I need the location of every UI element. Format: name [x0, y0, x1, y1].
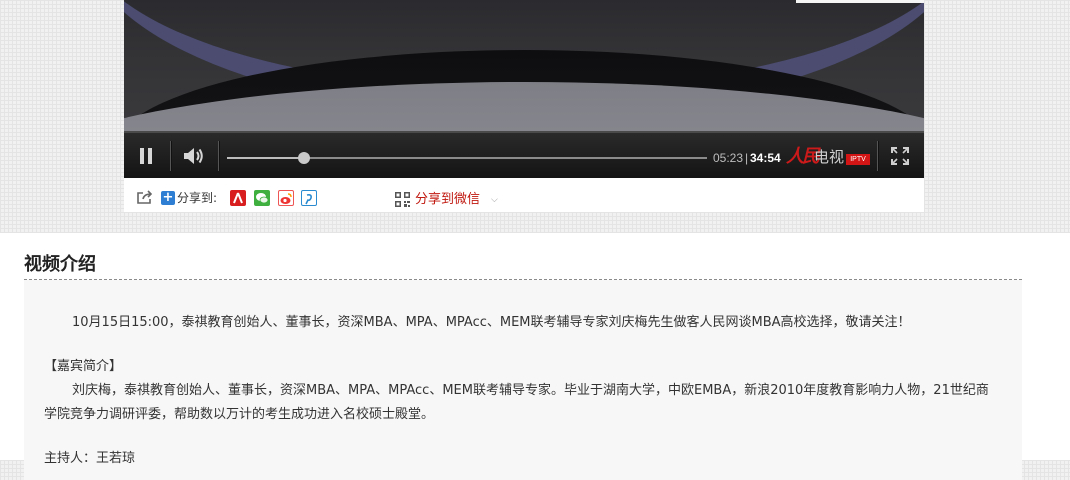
wechat-icon[interactable] — [254, 190, 270, 206]
progress-fill — [227, 157, 304, 159]
player-controls: 05:23 | 34:54 人民 电视 IPTV — [124, 131, 924, 178]
logo-badge: IPTV — [846, 154, 870, 165]
logo-text-tv: 电视 — [814, 148, 845, 166]
guest-bio-line1: 刘庆梅，泰祺教育创始人、董事长，资深MBA、MPA、MPAcc、MEM联考辅导专… — [72, 383, 989, 398]
people-icon[interactable] — [230, 190, 246, 206]
volume-icon[interactable] — [178, 133, 210, 178]
people-tv-logo: 人民 电视 IPTV — [786, 145, 872, 169]
plus-icon[interactable]: + — [161, 191, 175, 205]
guest-heading: 【嘉宾简介】 — [44, 359, 123, 374]
share-bar: + 分享到: 分享到微信 ⌵ — [124, 178, 924, 212]
share-export-icon[interactable] — [137, 189, 153, 208]
video-player[interactable]: 05:23 | 34:54 人民 电视 IPTV — [124, 0, 924, 178]
host-line: 主持人：王若琼 — [44, 451, 136, 466]
share-label: 分享到: — [177, 191, 218, 205]
fullscreen-icon[interactable] — [887, 133, 913, 178]
weibo-icon[interactable] — [278, 190, 294, 206]
intro-content: 10月15日15:00，泰祺教育创始人、董事长，资深MBA、MPA、MPAcc、… — [24, 280, 1022, 480]
qr-code-icon[interactable] — [395, 192, 410, 207]
progress-handle[interactable] — [297, 152, 310, 164]
time-separator: | — [745, 151, 749, 165]
pause-icon[interactable] — [130, 133, 162, 178]
guest-bio-line2: 学院竞争力调研评委，帮助数以万计的考生成功进入名校硕士殿堂。 — [44, 407, 435, 422]
chevron-down-icon[interactable]: ⌵ — [491, 196, 498, 205]
video-intro-section: 视频介绍 10月15日15:00，泰祺教育创始人、董事长，资深MBA、MPA、M… — [0, 233, 1070, 480]
intro-paragraph: 10月15日15:00，泰祺教育创始人、董事长，资深MBA、MPA、MPAcc、… — [72, 315, 911, 330]
total-time: 34:54 — [750, 151, 781, 165]
video-frame[interactable] — [124, 0, 924, 131]
progress-bar[interactable] — [227, 152, 707, 164]
share-to-wechat-link[interactable]: 分享到微信 — [415, 192, 480, 208]
qzone-icon[interactable] — [301, 190, 317, 206]
current-time: 05:23 — [713, 151, 744, 165]
